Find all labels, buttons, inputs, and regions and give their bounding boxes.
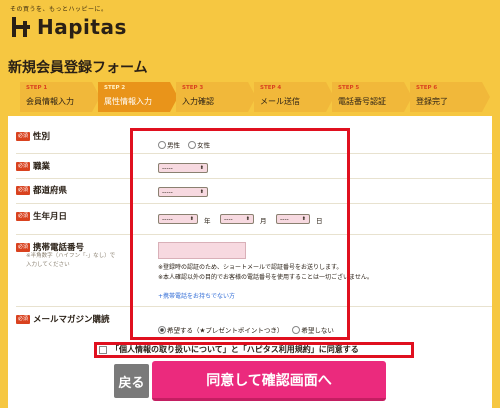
step-number: STEP 5 — [338, 85, 360, 91]
step-label: 属性情報入力 — [104, 97, 152, 106]
step-progress: STEP 1 会員情報入力 STEP 2 属性情報入力 STEP 3 入力確認 … — [20, 82, 490, 112]
required-badge: 必須 — [16, 314, 31, 324]
agree-checkbox[interactable] — [99, 345, 107, 354]
required-badge: 必須 — [16, 161, 31, 171]
required-badge: 必須 — [16, 211, 31, 221]
tagline: その買うを、もっとハッピーに。 — [10, 6, 108, 13]
step-number: STEP 3 — [182, 85, 204, 91]
highlight-box — [130, 128, 350, 340]
step-6: STEP 6 登録完了 — [410, 82, 490, 112]
step-label: 登録完了 — [416, 97, 448, 106]
gender-label: 必須 性別 — [16, 131, 51, 142]
step-number: STEP 6 — [416, 85, 438, 91]
agree-text: 「個人情報の取り扱いについて」と「ハピタス利用規約」に同意する — [111, 345, 359, 354]
occupation-label: 必須 職業 — [16, 161, 51, 172]
step-label: 会員情報入力 — [26, 97, 74, 106]
required-badge: 必須 — [16, 185, 31, 195]
step-number: STEP 2 — [104, 85, 126, 91]
step-label: メール送信 — [260, 97, 300, 106]
birthday-label: 必須 生年月日 — [16, 211, 68, 222]
phone-hint-line2: 入力してください — [26, 262, 70, 268]
step-4: STEP 4 メール送信 — [254, 82, 334, 112]
step-number: STEP 4 — [260, 85, 282, 91]
back-button[interactable]: 戻る — [114, 364, 149, 398]
prefecture-label: 必須 都道府県 — [16, 185, 68, 196]
step-3: STEP 3 入力確認 — [176, 82, 256, 112]
required-badge: 必須 — [16, 242, 31, 252]
step-number: STEP 1 — [26, 85, 48, 91]
magazine-label: 必須 メールマガジン購読 — [16, 314, 110, 325]
step-label: 入力確認 — [182, 97, 214, 106]
logo-text: Hapitas — [37, 15, 127, 39]
page-title: 新規会員登録フォーム — [8, 60, 148, 76]
phone-hint-line1: ※半角数字（ハイフン「-」なし）で — [26, 253, 116, 259]
required-badge: 必須 — [16, 131, 31, 141]
step-5: STEP 5 電話番号認証 — [332, 82, 412, 112]
step-2: STEP 2 属性情報入力 — [98, 82, 178, 112]
agree-checkbox-row[interactable]: 「個人情報の取り扱いについて」と「ハピタス利用規約」に同意する — [99, 344, 359, 355]
step-1: STEP 1 会員情報入力 — [20, 82, 100, 112]
logo-mark-icon — [10, 16, 32, 38]
step-label: 電話番号認証 — [338, 97, 386, 106]
confirm-button[interactable]: 同意して確認画面へ — [152, 361, 386, 401]
hapitas-logo[interactable]: Hapitas — [10, 15, 127, 39]
